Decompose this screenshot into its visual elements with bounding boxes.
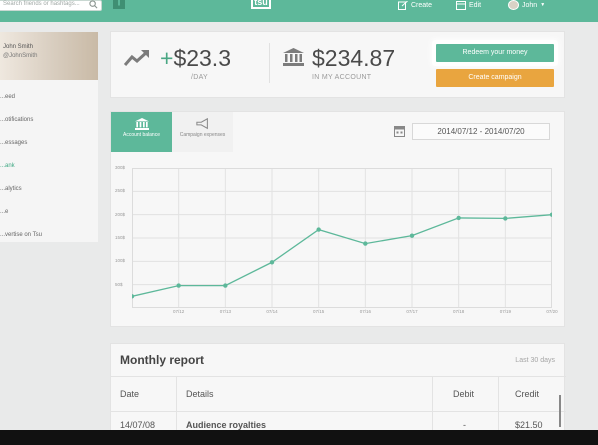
profile-handle: @JohnSmith <box>3 53 38 59</box>
x-tick-label: 07/13 <box>219 309 231 314</box>
sidebar-item-advertise[interactable]: ...vertise on Tsu <box>0 228 98 251</box>
data-point[interactable] <box>409 233 415 238</box>
row-credit: $21.50 <box>515 420 543 430</box>
bank-icon <box>283 48 304 66</box>
x-tick-label: 07/12 <box>173 309 185 314</box>
create-label: Create <box>411 1 433 9</box>
daily-sign: + <box>160 45 174 71</box>
tab-account-balance-label: Account balance <box>123 132 160 138</box>
col-debit[interactable]: Debit <box>453 389 474 399</box>
profile-header[interactable]: John Smith @JohnSmith <box>0 32 98 80</box>
data-point[interactable] <box>223 283 228 288</box>
date-from: 2014/07/12 <box>437 127 478 136</box>
create-campaign-button[interactable]: Create campaign <box>436 69 554 87</box>
date-range-picker[interactable]: 2014/07/12 - 2014/07/20 <box>412 123 550 140</box>
sidebar-item-analytics[interactable]: ...alytics <box>0 182 98 205</box>
chevron-down-icon: ▼ <box>540 2 546 8</box>
sidebar-item-messages[interactable]: ...essages <box>0 136 98 159</box>
x-tick-label: 07/15 <box>313 309 325 314</box>
data-point[interactable] <box>503 216 508 221</box>
x-tick-label: 07/14 <box>266 309 278 314</box>
profile-name: John Smith <box>3 44 34 50</box>
user-menu[interactable]: John ▼ <box>508 0 545 10</box>
search-input[interactable]: Search friends or hashtags... <box>0 0 102 11</box>
report-range[interactable]: Last 30 days <box>515 357 555 364</box>
data-point[interactable] <box>176 283 181 288</box>
x-tick-label: 07/20 <box>546 309 558 314</box>
y-tick-label: 200$ <box>115 211 126 217</box>
x-tick-label: 07/17 <box>406 309 418 314</box>
sidebar-item-notifications[interactable]: ...otifications <box>0 113 98 136</box>
edit-label: Edit <box>469 1 482 9</box>
daily-value: $23.3 <box>173 45 231 71</box>
sidebar-item-profile[interactable]: ...e <box>0 205 98 228</box>
sidebar: John Smith @JohnSmith ...eed ...otificat… <box>0 32 98 242</box>
report-scrollbar[interactable] <box>559 395 561 427</box>
series-line <box>132 214 552 297</box>
daily-earnings: +$23.3 <box>160 45 231 72</box>
sidebar-nav: ...eed ...otifications ...essages ...ank… <box>0 80 98 251</box>
col-details[interactable]: Details <box>186 389 214 399</box>
edit-icon <box>456 0 466 10</box>
data-point[interactable] <box>132 294 135 299</box>
account-label: IN MY ACCOUNT <box>312 74 372 81</box>
sidebar-item-bank[interactable]: ...ank <box>0 159 98 182</box>
redeem-money-button[interactable]: Redeem your money <box>436 44 554 62</box>
balance-summary: +$23.3 /DAY $234.87 IN MY ACCOUNT Redeem… <box>110 31 565 98</box>
trend-up-icon <box>124 50 149 66</box>
tab-account-balance[interactable]: Account balance <box>111 112 172 152</box>
y-tick-label: 150$ <box>115 235 126 240</box>
date-to: 2014/07/20 <box>484 127 525 136</box>
data-point[interactable] <box>269 260 275 265</box>
y-tick-label: 100$ <box>115 258 126 264</box>
y-tick-label: 250$ <box>115 188 126 194</box>
data-point[interactable] <box>316 227 321 232</box>
search-icon[interactable] <box>89 0 98 9</box>
calendar-icon[interactable] <box>394 125 405 137</box>
balance-line-chart <box>132 168 552 308</box>
account-balance: $234.87 <box>312 45 396 71</box>
col-credit[interactable]: Credit <box>515 389 539 399</box>
row-date: 14/07/08 <box>120 420 156 430</box>
megaphone-icon <box>195 118 208 130</box>
col-date[interactable]: Date <box>120 389 139 399</box>
search-placeholder: Search friends or hashtags... <box>3 1 80 7</box>
bookmark-icon[interactable] <box>113 0 125 9</box>
balance-chart-panel: Account balance Campaign expenses 2014/0… <box>110 111 565 327</box>
sidebar-item-feed[interactable]: ...eed <box>0 90 98 113</box>
create-button[interactable]: Create <box>398 0 432 10</box>
row-details: Audience royalties <box>186 420 267 430</box>
row-debit: - <box>463 420 466 430</box>
x-tick-label: 07/18 <box>453 309 465 314</box>
bottom-bar <box>0 430 598 445</box>
top-bar: Search friends or hashtags... tsu Create… <box>0 0 598 22</box>
avatar <box>508 0 519 10</box>
y-tick-label: 50$ <box>115 281 123 287</box>
x-tick-label: 07/19 <box>499 309 511 314</box>
data-point[interactable] <box>456 215 461 221</box>
tab-campaign-expenses-label: Campaign expenses <box>179 132 226 138</box>
edit-button[interactable]: Edit <box>456 0 481 10</box>
report-title: Monthly report <box>120 353 204 367</box>
data-point[interactable] <box>363 241 368 246</box>
divider <box>269 43 270 83</box>
daily-label: /DAY <box>191 74 209 81</box>
user-label: John <box>522 1 538 9</box>
y-tick-label: 300$ <box>115 165 126 170</box>
create-icon <box>398 0 408 10</box>
x-tick-label: 07/16 <box>359 309 371 314</box>
tsu-logo[interactable]: tsu <box>251 0 271 9</box>
data-point[interactable] <box>549 212 552 217</box>
date-separator: - <box>479 127 483 136</box>
bank-icon <box>134 118 149 130</box>
tab-campaign-expenses[interactable]: Campaign expenses <box>172 112 233 152</box>
